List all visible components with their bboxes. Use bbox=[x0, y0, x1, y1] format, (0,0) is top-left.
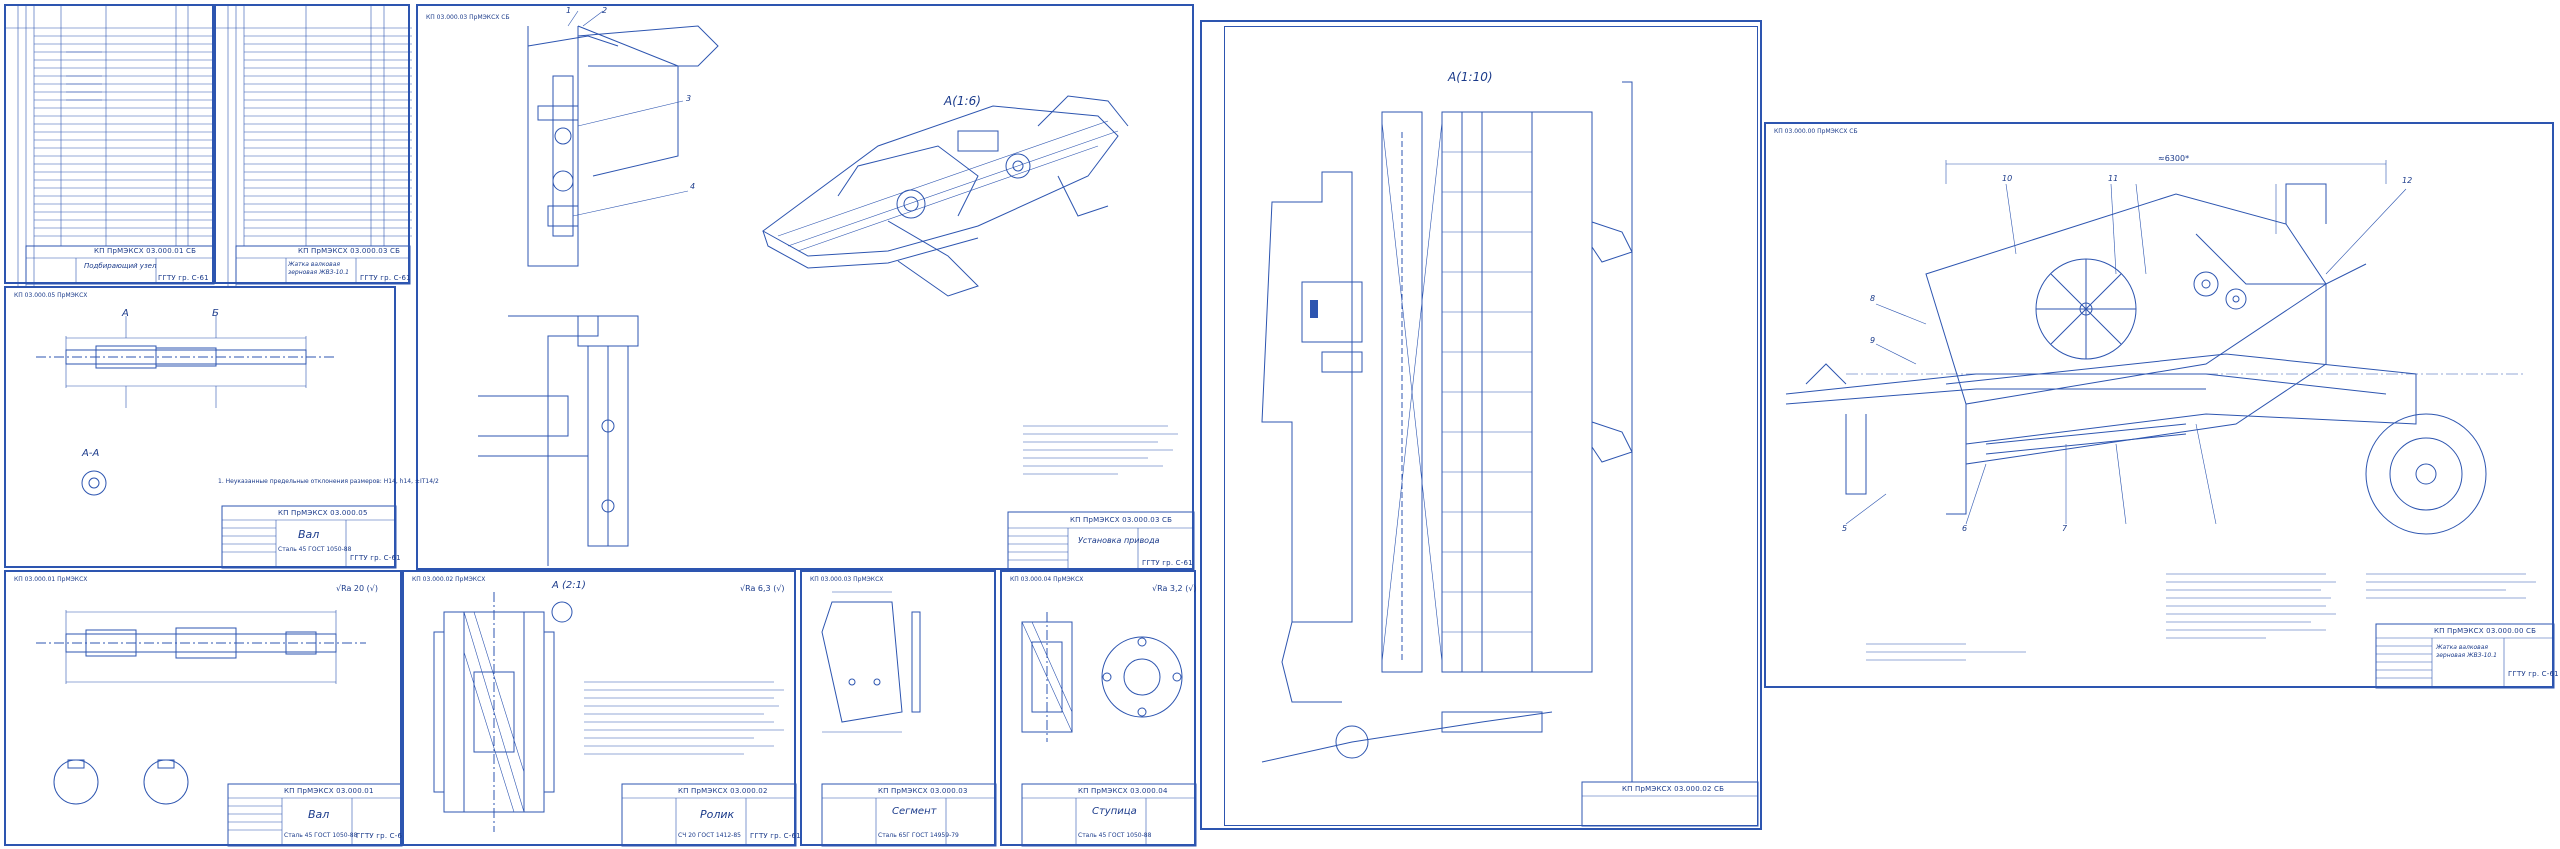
shaft1-org: ГГТУ гр. С-61 bbox=[350, 554, 401, 562]
sheet-segment: КП 03.000.03 ПрМЭКСХ КП ПрМЭКСХ 03.000.0… bbox=[800, 570, 997, 847]
sheet-shaft-1: КП 03.000.05 ПрМЭКСХ А Б А-А 1. Неуказан… bbox=[4, 286, 439, 569]
shaft1-drawing bbox=[36, 316, 397, 569]
assembly2-code: КП ПрМЭКСХ 03.000.02 СБ bbox=[1622, 785, 1725, 793]
roller-material: СЧ 20 ГОСТ 1412-85 bbox=[678, 832, 741, 839]
segment-material: Сталь 65Г ГОСТ 14959-79 bbox=[878, 832, 959, 839]
shaft2-title: Вал bbox=[308, 808, 330, 821]
hub-material: Сталь 45 ГОСТ 1050-88 bbox=[1078, 832, 1152, 839]
shaft2-material: Сталь 45 ГОСТ 1050-88 bbox=[284, 832, 358, 839]
shaft2-drawing bbox=[36, 610, 403, 847]
hub-title: Ступица bbox=[1092, 806, 1137, 817]
assembly1-title: Установка привода bbox=[1078, 536, 1160, 545]
callout-6: 6 bbox=[1962, 524, 1968, 533]
drive-view-label: А(1:6) bbox=[944, 94, 981, 108]
shaft2-code: КП ПрМЭКСХ 03.000.01 bbox=[284, 787, 374, 795]
general-title: Жатка валковая зерновая ЖВЗ-10.1 bbox=[2436, 644, 2497, 659]
general-view-drawing bbox=[1785, 160, 2555, 689]
spec1-code: КП ПрМЭКСХ 03.000.01 СБ bbox=[94, 247, 197, 255]
general-code: КП ПрМЭКСХ 03.000.00 СБ bbox=[2434, 627, 2537, 635]
spec2-org: ГГТУ гр. С-61 bbox=[360, 274, 411, 282]
shaft2-org: ГГТУ гр. С-61 bbox=[356, 832, 407, 840]
spec2-title: Жатка валковая зерновая ЖВЗ-10.1 bbox=[288, 261, 349, 276]
sheet-roller: КП 03.000.02 ПрМЭКСХ А (2:1) √Ra 6,3 (√)… bbox=[402, 570, 801, 847]
assembly1-code: КП ПрМЭКСХ 03.000.03 СБ bbox=[1070, 516, 1173, 524]
assembly1-org: ГГТУ гр. С-61 bbox=[1142, 559, 1193, 567]
sheet-hub: КП 03.000.04 ПрМЭКСХ √Ra 3,2 (√) КП ПрМЭ… bbox=[1000, 570, 1197, 847]
sheet-front-assembly: А(1:10) КП ПрМЭКСХ 03.000.02 СБ bbox=[1200, 20, 1762, 830]
hub-code: КП ПрМЭКСХ 03.000.04 bbox=[1078, 787, 1168, 795]
front-assembly-drawing bbox=[1261, 81, 1759, 827]
spec2-table-lines bbox=[216, 6, 412, 286]
drive-assembly-drawing bbox=[478, 10, 1195, 571]
spec-table-lines bbox=[6, 6, 216, 286]
callout-11: 11 bbox=[2108, 174, 2119, 183]
segment-code: КП ПрМЭКСХ 03.000.03 bbox=[878, 787, 968, 795]
callout-7: 7 bbox=[2062, 524, 2068, 533]
shaft1-title: Вал bbox=[298, 528, 320, 541]
callout-5: 5 bbox=[1842, 524, 1848, 533]
spec2-code: КП ПрМЭКСХ 03.000.03 СБ bbox=[298, 247, 401, 255]
general-org: ГГТУ гр. С-61 bbox=[2508, 670, 2559, 678]
segment-title: Сегмент bbox=[892, 806, 937, 817]
shaft1-code: КП ПрМЭКСХ 03.000.05 bbox=[278, 509, 368, 517]
shaft1-section-aa: А-А bbox=[82, 448, 100, 459]
callout-4: 4 bbox=[690, 182, 696, 191]
sheet-general-view: КП 03.000.00 ПрМЭКСХ СБ ≈6300* КП ПрМЭКС… bbox=[1764, 122, 2559, 689]
roller-drawing bbox=[433, 592, 797, 847]
callout-1: 1 bbox=[566, 6, 572, 15]
sheet-drive-assembly: КП 03.000.03 ПрМЭКСХ СБ А(1:6) КП ПрМЭКС… bbox=[416, 4, 1195, 571]
shaft1-label-a: А bbox=[122, 308, 129, 319]
shaft1-note: 1. Неуказанные предельные отклонения раз… bbox=[218, 478, 439, 485]
callout-2: 2 bbox=[602, 6, 608, 15]
callout-9: 9 bbox=[1870, 336, 1876, 345]
shaft1-material: Сталь 45 ГОСТ 1050-88 bbox=[278, 546, 352, 553]
sheet-spec-2: КП ПрМЭКСХ 03.000.03 СБ Жатка валковая з… bbox=[214, 4, 412, 286]
callout-3: 3 bbox=[686, 94, 692, 103]
roller-org: ГГТУ гр. С-61 bbox=[750, 832, 801, 840]
callout-12: 12 bbox=[2402, 176, 2413, 185]
roller-code: КП ПрМЭКСХ 03.000.02 bbox=[678, 787, 768, 795]
sheet-shaft-2: КП 03.000.01 ПрМЭКСХ √Ra 20 (√) КП ПрМЭК… bbox=[4, 570, 407, 847]
roller-title: Ролик bbox=[700, 808, 735, 821]
callout-8: 8 bbox=[1870, 294, 1876, 303]
spec1-org: ГГТУ гр. С-61 bbox=[158, 274, 209, 282]
callout-10: 10 bbox=[2002, 174, 2013, 183]
sheet-spec-1: КП ПрМЭКСХ 03.000.01 СБ Подбирающий узел… bbox=[4, 4, 216, 286]
spec1-title: Подбирающий узел bbox=[84, 262, 157, 270]
shaft1-label-b: Б bbox=[212, 308, 219, 319]
